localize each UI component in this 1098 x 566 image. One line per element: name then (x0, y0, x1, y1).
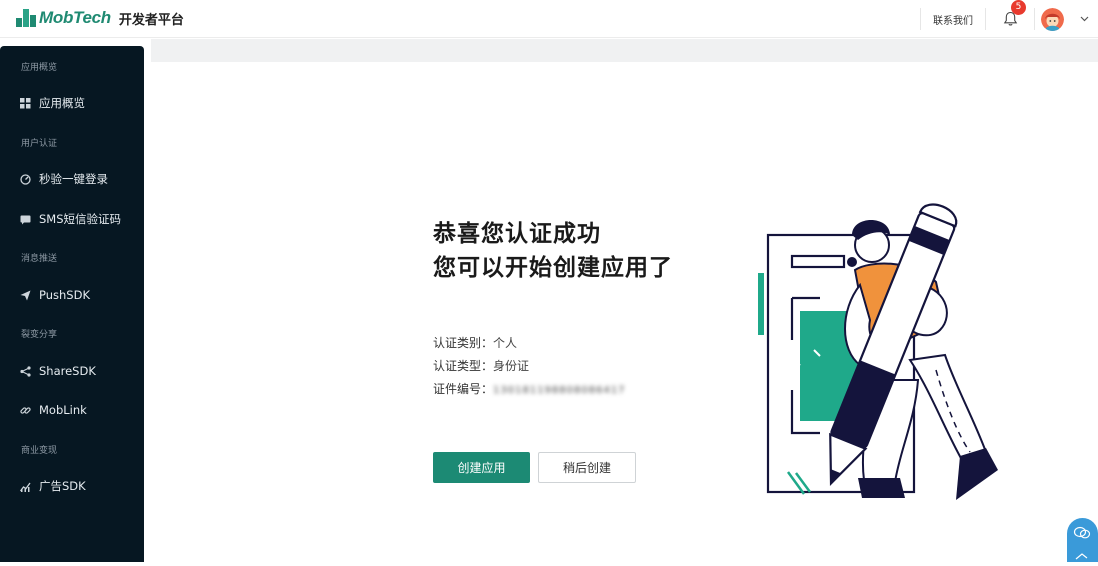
account-menu-toggle[interactable] (1074, 0, 1094, 38)
divider (1034, 8, 1035, 30)
grid-icon (20, 97, 31, 109)
sidebar-group-monetization: 商业变现 (21, 446, 58, 456)
info-label: 认证类别： (433, 336, 494, 350)
sidebar-item-label: 广告SDK (39, 479, 86, 493)
top-header: MobTech 开发者平台 联系我们 5 (0, 0, 1098, 38)
chat-icon (1073, 526, 1091, 560)
sidebar-item-pushsdk[interactable]: PushSDK (0, 280, 144, 310)
info-value: 身份证 (493, 359, 530, 373)
sidebar-item-label: SMS短信验证码 (39, 212, 122, 226)
avatar[interactable] (1041, 7, 1064, 31)
info-label: 证件编号： (433, 382, 494, 396)
brand-subtitle: 开发者平台 (118, 12, 184, 28)
send-icon (20, 290, 31, 301)
sidebar-group-push: 消息推送 (21, 254, 58, 264)
share-icon (20, 365, 31, 377)
notification-button[interactable]: 5 (986, 0, 1034, 38)
title-line-2: 您可以开始创建应用了 (433, 255, 673, 281)
create-app-button[interactable]: 创建应用 (433, 452, 530, 483)
help-widget-button[interactable] (1067, 518, 1098, 562)
sidebar-group-user-auth: 用户认证 (21, 139, 58, 149)
info-label: 认证类型： (433, 359, 494, 373)
link-icon (20, 405, 31, 416)
chart-icon (20, 481, 31, 492)
success-illustration (758, 203, 998, 500)
brand-name: MobTech (39, 8, 111, 27)
info-value: 个人 (493, 336, 518, 350)
info-auth-category: 认证类别：个人 (433, 334, 517, 351)
sidebar-group-share: 裂变分享 (21, 330, 58, 340)
sidebar-item-sharesdk[interactable]: ShareSDK (0, 356, 144, 386)
info-value-masked: 130181198808086417 (493, 385, 626, 396)
title-line-1: 恭喜您认证成功 (433, 221, 601, 247)
brand-logo[interactable]: MobTech 开发者平台 (16, 8, 184, 28)
sidebar-item-label: ShareSDK (39, 364, 96, 378)
sidebar-item-sms[interactable]: SMS短信验证码 (0, 204, 144, 234)
sidebar-item-label: 秒验一键登录 (39, 172, 108, 186)
notification-badge: 5 (1011, 0, 1026, 15)
success-title: 恭喜您认证成功 您可以开始创建应用了 (433, 217, 673, 285)
sidebar: 应用概览 应用概览 用户认证 秒验一键登录 SMS短信验证码 消息推送 Push… (0, 46, 144, 562)
sidebar-item-ad-sdk[interactable]: 广告SDK (0, 471, 144, 501)
mobtech-logo-icon (16, 9, 36, 27)
sidebar-item-label: PushSDK (39, 288, 90, 302)
header-actions: 联系我们 5 (920, 0, 1098, 38)
chevron-down-icon (1080, 16, 1088, 22)
sidebar-group-overview: 应用概览 (21, 63, 58, 73)
create-later-button[interactable]: 稍后创建 (538, 452, 636, 483)
sms-icon (20, 214, 31, 225)
sidebar-item-label: MobLink (39, 403, 87, 417)
sidebar-item-app-overview[interactable]: 应用概览 (0, 88, 144, 118)
contact-us-link[interactable]: 联系我们 (921, 12, 985, 27)
gauge-icon (20, 173, 31, 185)
info-id-number: 证件编号：130181198808086417 (433, 380, 626, 397)
sidebar-item-one-click-login[interactable]: 秒验一键登录 (0, 164, 144, 194)
sidebar-item-label: 应用概览 (39, 96, 85, 110)
sidebar-item-moblink[interactable]: MobLink (0, 395, 144, 425)
content-top-bar (151, 39, 1098, 62)
info-auth-type: 认证类型：身份证 (433, 357, 529, 374)
